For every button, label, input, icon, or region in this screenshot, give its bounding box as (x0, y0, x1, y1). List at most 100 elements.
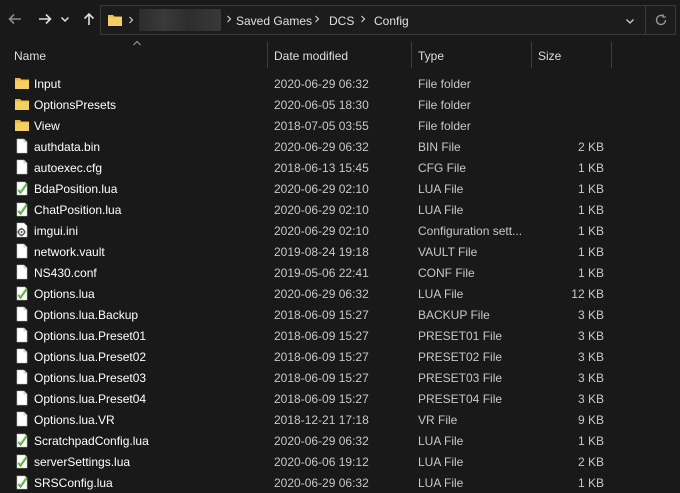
address-bar[interactable]: Saved Games DCS Config (100, 5, 646, 35)
chevron-right-icon[interactable] (225, 15, 233, 23)
file-date-modified: 2018-12-21 17:18 (274, 413, 369, 427)
blurred-path-segment (139, 9, 221, 31)
file-name: Options.lua.Backup (34, 308, 139, 322)
file-size: 1 KB (577, 476, 604, 490)
file-type: File folder (418, 98, 471, 112)
file-size: 1 KB (577, 266, 604, 280)
column-type[interactable]: Type (418, 49, 444, 63)
folder-icon (14, 96, 30, 112)
column-divider[interactable] (531, 42, 532, 68)
file-type: LUA File (418, 287, 464, 301)
file-size: 12 KB (571, 287, 604, 301)
file-size: 3 KB (577, 392, 604, 406)
file-row[interactable]: Options.lua.Preset01 2018-06-09 15:27 PRES… (0, 325, 680, 346)
file-row[interactable]: authdata.bin 2020-06-29 06:32 BIN File 2 KB (0, 136, 680, 157)
file-icon (14, 390, 30, 406)
file-icon (14, 411, 30, 427)
file-type: LUA File (418, 476, 464, 490)
file-row[interactable]: serverSettings.lua 2020-06-06 19:12 LUA Fi… (0, 451, 680, 472)
file-type: LUA File (418, 203, 464, 217)
refresh-button[interactable] (646, 5, 676, 35)
file-row[interactable]: View 2018-07-05 03:55 File folder (0, 115, 680, 136)
breadcrumb-saved-games[interactable]: Saved Games (236, 14, 312, 28)
file-row[interactable]: Options.lua 2020-06-29 06:32 LUA File 12 KB (0, 283, 680, 304)
file-row[interactable]: NS430.conf 2019-05-06 22:41 CONF File 1 KB (0, 262, 680, 283)
column-divider[interactable] (411, 42, 412, 68)
file-row[interactable]: OptionsPresets 2020-06-05 18:30 File folde… (0, 94, 680, 115)
file-date-modified: 2018-06-09 15:27 (274, 392, 369, 406)
file-date-modified: 2020-06-29 06:32 (274, 77, 369, 91)
column-divider[interactable] (611, 42, 612, 68)
file-name: imgui.ini (34, 224, 79, 238)
file-size: 2 KB (577, 455, 604, 469)
chevron-down-icon (60, 16, 70, 23)
file-date-modified: 2020-06-29 06:32 (274, 476, 369, 490)
chevron-down-icon[interactable] (625, 16, 635, 26)
file-row[interactable]: Options.lua.Preset03 2018-06-09 15:27 PRES… (0, 367, 680, 388)
file-name: BdaPosition.lua (34, 182, 118, 196)
file-icon (14, 306, 30, 322)
file-row[interactable]: SRSConfig.lua 2020-06-29 06:32 LUA File 1 K… (0, 472, 680, 493)
file-date-modified: 2018-06-09 15:27 (274, 329, 369, 343)
file-name: Options.lua.Preset04 (34, 392, 147, 406)
file-type: LUA File (418, 182, 464, 196)
file-name: OptionsPresets (34, 98, 117, 112)
back-button[interactable] (4, 8, 26, 30)
file-row[interactable]: Options.lua.Preset02 2018-06-09 15:27 PRES… (0, 346, 680, 367)
file-name: autoexec.cfg (34, 161, 103, 175)
up-button[interactable] (78, 8, 100, 30)
file-row[interactable]: Input 2020-06-29 06:32 File folder (0, 73, 680, 94)
file-icon (14, 348, 30, 364)
arrow-right-icon (39, 13, 52, 25)
file-row[interactable]: autoexec.cfg 2018-06-13 15:45 CFG File 1 KB (0, 157, 680, 178)
file-row[interactable]: Options.lua.Backup 2018-06-09 15:27 BACKUP… (0, 304, 680, 325)
chevron-right-icon[interactable] (127, 16, 135, 24)
breadcrumb-dcs[interactable]: DCS (329, 14, 354, 28)
file-name: ScratchpadConfig.lua (34, 434, 149, 448)
file-row[interactable]: network.vault 2019-08-24 19:18 VAULT File 1… (0, 241, 680, 262)
navigation-toolbar: Saved Games DCS Config (0, 0, 680, 40)
lua-file-icon (14, 432, 30, 448)
file-name: View (34, 119, 60, 133)
chevron-right-icon[interactable] (359, 15, 367, 23)
file-icon (14, 369, 30, 385)
column-name[interactable]: Name (14, 49, 46, 63)
file-date-modified: 2020-06-29 02:10 (274, 224, 369, 238)
file-icon (14, 138, 30, 154)
file-type: LUA File (418, 434, 464, 448)
file-date-modified: 2020-06-05 18:30 (274, 98, 369, 112)
file-size: 3 KB (577, 329, 604, 343)
file-row[interactable]: Options.lua.Preset04 2018-06-09 15:27 PRES… (0, 388, 680, 409)
file-type: PRESET02 File (418, 350, 503, 364)
column-header: Name Date modified Type Size (0, 40, 680, 70)
folder-icon (108, 15, 122, 26)
file-row[interactable]: BdaPosition.lua 2020-06-29 02:10 LUA File 1… (0, 178, 680, 199)
file-icon (14, 243, 30, 259)
file-icon (14, 159, 30, 175)
file-date-modified: 2018-06-09 15:27 (274, 308, 369, 322)
lua-file-icon (14, 201, 30, 217)
column-size[interactable]: Size (538, 49, 561, 63)
column-date-modified[interactable]: Date modified (274, 49, 348, 63)
recent-locations-button[interactable] (58, 8, 72, 30)
file-type: LUA File (418, 455, 464, 469)
folder-icon (14, 75, 30, 91)
file-name: Options.lua.Preset01 (34, 329, 147, 343)
file-row[interactable]: ChatPosition.lua 2020-06-29 02:10 LUA File… (0, 199, 680, 220)
file-name: Options.lua.Preset03 (34, 371, 147, 385)
file-row[interactable]: Options.lua.VR 2018-12-21 17:18 VR File 9 K… (0, 409, 680, 430)
file-date-modified: 2018-06-13 15:45 (274, 161, 369, 175)
forward-button[interactable] (34, 8, 56, 30)
file-icon (14, 327, 30, 343)
file-name: Options.lua.VR (34, 413, 115, 427)
file-name: network.vault (34, 245, 105, 259)
breadcrumb-config[interactable]: Config (374, 14, 409, 28)
file-row[interactable]: imgui.ini 2020-06-29 02:10 Configuration s… (0, 220, 680, 241)
file-row[interactable]: ScratchpadConfig.lua 2020-06-29 06:32 LUA … (0, 430, 680, 451)
file-type: BACKUP File (418, 308, 490, 322)
file-name: Input (34, 77, 61, 91)
column-divider[interactable] (267, 42, 268, 68)
file-list: Input 2020-06-29 06:32 File folder OptionsP… (0, 73, 680, 493)
chevron-right-icon[interactable] (313, 15, 321, 23)
file-size: 1 KB (577, 161, 604, 175)
